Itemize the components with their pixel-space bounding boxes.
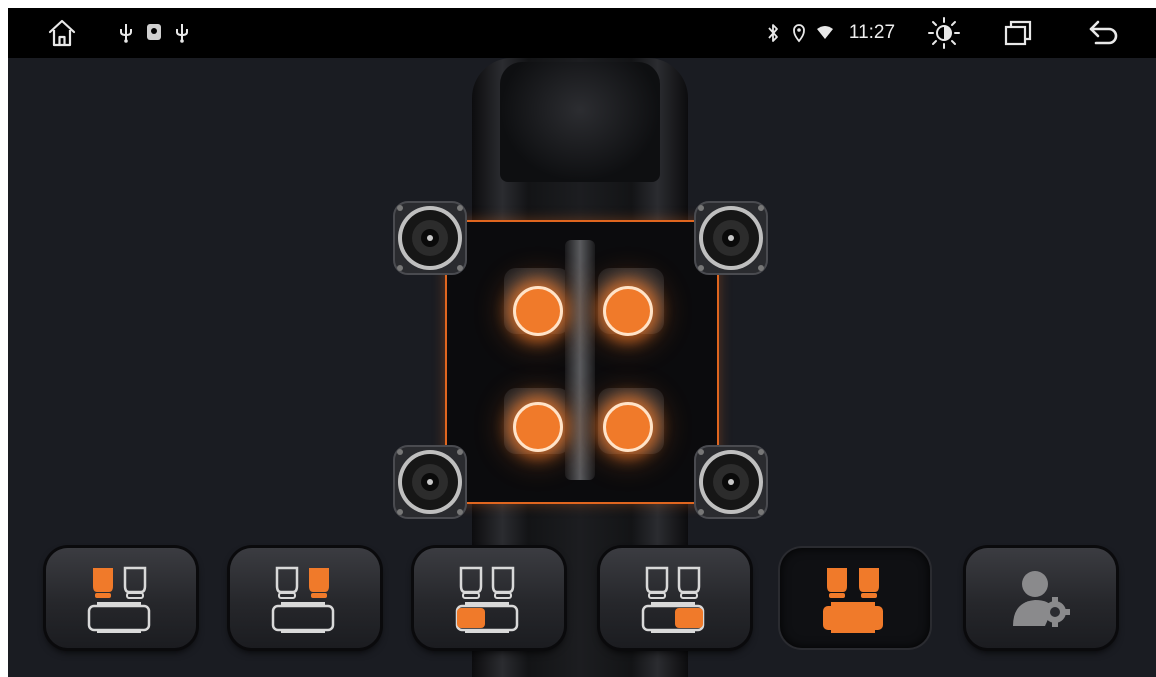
driver-seat-button[interactable]	[46, 548, 196, 648]
rear-right-seat-button[interactable]	[600, 548, 750, 648]
all-seats-button[interactable]	[780, 548, 930, 648]
time-text: 11:27	[848, 22, 896, 43]
location-pin-icon	[146, 8, 162, 58]
front-passenger-seat-icon	[271, 566, 335, 633]
usb-icon	[118, 8, 134, 58]
recent-apps-icon[interactable]	[1000, 8, 1036, 58]
car-windshield	[500, 62, 660, 182]
wifi-icon	[815, 8, 835, 58]
speaker-front-right-icon	[694, 201, 768, 275]
speaker-rear-left-icon	[393, 445, 467, 519]
driver-seat-icon	[87, 566, 151, 633]
home-icon[interactable]	[44, 8, 80, 58]
sound-zone-front-right[interactable]	[603, 286, 653, 336]
status-bar: 11:27	[8, 8, 1156, 58]
bluetooth-icon	[764, 8, 782, 58]
seat-mode-bar	[8, 544, 1156, 664]
back-icon[interactable]	[1086, 8, 1122, 58]
rear-left-seat-icon	[455, 566, 519, 633]
rear-left-seat-button[interactable]	[414, 548, 564, 648]
speaker-front-left-icon	[393, 201, 467, 275]
custom-settings-button[interactable]	[966, 548, 1116, 648]
user-settings-icon	[1013, 571, 1070, 627]
sound-zone-rear-right[interactable]	[603, 402, 653, 452]
brightness-icon[interactable]	[926, 8, 962, 58]
speaker-rear-right-icon	[694, 445, 768, 519]
all-seats-icon	[823, 568, 883, 633]
front-passenger-seat-button[interactable]	[230, 548, 380, 648]
location-icon	[791, 8, 807, 58]
screen: 11:27	[8, 8, 1156, 677]
clock: 11:27	[842, 8, 902, 58]
rear-right-seat-icon	[641, 566, 705, 633]
center-console	[565, 240, 595, 480]
sound-zone-front-left[interactable]	[513, 286, 563, 336]
usb-icon	[174, 8, 190, 58]
sound-zone-rear-left[interactable]	[513, 402, 563, 452]
